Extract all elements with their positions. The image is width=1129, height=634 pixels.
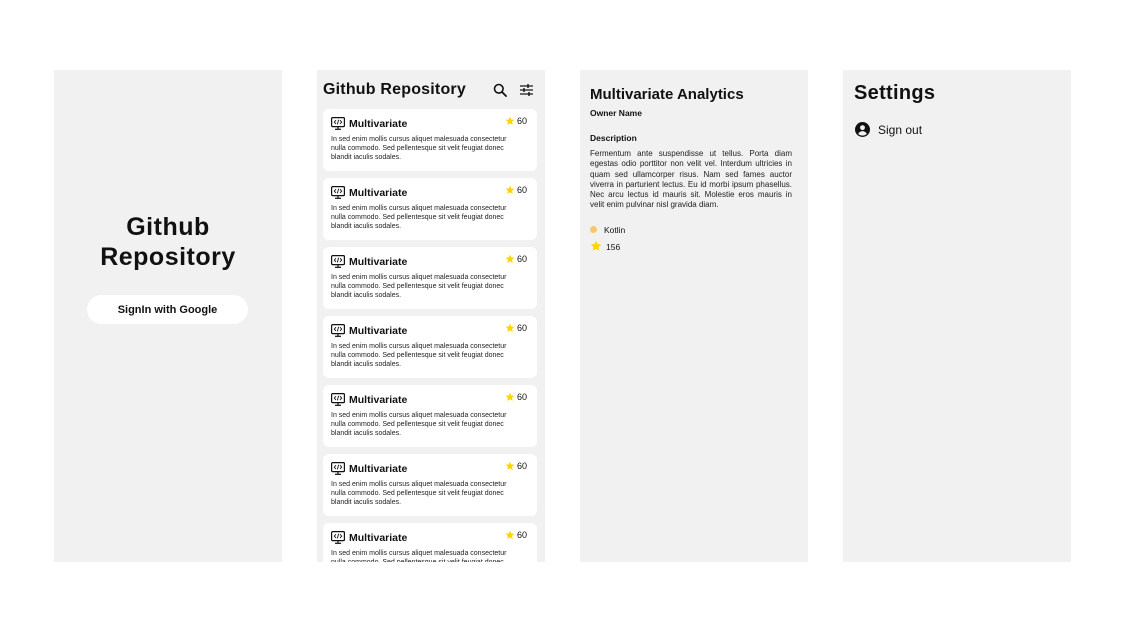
- repo-card[interactable]: Multivariate 60 In sed enim mollis cursus …: [323, 178, 537, 240]
- repo-name: Multivariate: [349, 325, 408, 337]
- language-label: Kotlin: [604, 224, 626, 235]
- card-header: Multivariate: [331, 116, 529, 130]
- page-title: Github Repository: [323, 81, 466, 98]
- language-row: Kotlin: [590, 225, 792, 235]
- app-title: Github Repository: [54, 212, 282, 272]
- repo-stars: 60: [505, 116, 527, 126]
- description-label: Description: [590, 133, 637, 143]
- stars-row: 156: [590, 240, 792, 254]
- star-icon: [505, 185, 515, 195]
- repo-list-screen: Github Repository Multivariate 60 In sed e…: [317, 70, 545, 562]
- stars-count: 60: [516, 323, 527, 333]
- repo-description: In sed enim mollis cursus aliquet malesu…: [331, 550, 507, 562]
- stars-count: 60: [516, 392, 527, 402]
- repo-stars: 60: [505, 254, 527, 264]
- repo-card[interactable]: Multivariate 60 In sed enim mollis cursus …: [323, 247, 537, 309]
- repo-name: Multivariate: [349, 187, 408, 199]
- star-icon: [505, 392, 515, 402]
- stars-count: 60: [516, 116, 527, 126]
- app-title-line2: Repository: [100, 243, 236, 271]
- repo-card[interactable]: Multivariate 60 In sed enim mollis cursus …: [323, 385, 537, 447]
- repo-detail-screen: Multivariate Analytics Owner Name Descri…: [580, 70, 808, 562]
- code-monitor-icon: [331, 323, 345, 337]
- login-screen: Github Repository SignIn with Google: [54, 70, 282, 562]
- sign-out-label: Sign out: [878, 122, 923, 137]
- card-header: Multivariate: [331, 323, 529, 337]
- repo-name: Multivariate: [349, 394, 408, 406]
- stars-count: 60: [516, 185, 527, 195]
- repo-description: In sed enim mollis cursus aliquet malesu…: [331, 343, 507, 368]
- code-monitor-icon: [331, 254, 345, 268]
- card-header: Multivariate: [331, 254, 529, 268]
- card-header: Multivariate: [331, 461, 529, 475]
- card-header: Multivariate: [331, 530, 529, 544]
- settings-title: Settings: [854, 82, 936, 104]
- stars-count: 60: [516, 530, 527, 540]
- code-monitor-icon: [331, 530, 345, 544]
- owner-name: Owner Name: [590, 108, 642, 118]
- repo-name: Multivariate: [349, 532, 408, 544]
- repo-title: Multivariate Analytics: [590, 86, 744, 103]
- repo-card[interactable]: Multivariate 60 In sed enim mollis cursus …: [323, 454, 537, 516]
- repo-name: Multivariate: [349, 118, 408, 130]
- list-header: Github Repository: [323, 80, 537, 100]
- description-text: Fermentum ante suspendisse ut tellus. Po…: [590, 149, 792, 210]
- stars-count: 156: [606, 241, 621, 252]
- repo-stars: 60: [505, 323, 527, 333]
- stars-count: 60: [516, 254, 527, 264]
- star-icon: [505, 116, 515, 126]
- language-dot-icon: [590, 226, 597, 234]
- repo-description: In sed enim mollis cursus aliquet malesu…: [331, 412, 507, 437]
- code-monitor-icon: [331, 185, 345, 199]
- search-icon[interactable]: [489, 80, 511, 100]
- repo-name: Multivariate: [349, 463, 408, 475]
- code-monitor-icon: [331, 116, 345, 130]
- stars-count: 60: [516, 461, 527, 471]
- repo-stars: 60: [505, 185, 527, 195]
- repo-stars: 60: [505, 392, 527, 402]
- star-icon: [505, 254, 515, 264]
- star-icon: [590, 240, 602, 254]
- repo-stars: 60: [505, 461, 527, 471]
- filter-icon[interactable]: [515, 80, 537, 100]
- repo-description: In sed enim mollis cursus aliquet malesu…: [331, 481, 507, 506]
- star-icon: [505, 461, 515, 471]
- repo-card[interactable]: Multivariate 60 In sed enim mollis cursus …: [323, 523, 537, 562]
- repo-name: Multivariate: [349, 256, 408, 268]
- code-monitor-icon: [331, 461, 345, 475]
- repo-card[interactable]: Multivariate 60 In sed enim mollis cursus …: [323, 316, 537, 378]
- code-monitor-icon: [331, 392, 345, 406]
- repo-list: Multivariate 60 In sed enim mollis cursus …: [323, 109, 537, 562]
- star-icon: [505, 530, 515, 540]
- sign-out-button[interactable]: Sign out: [855, 122, 922, 137]
- repo-card[interactable]: Multivariate 60 In sed enim mollis cursus …: [323, 109, 537, 171]
- app-title-line1: Github: [126, 213, 210, 241]
- card-header: Multivariate: [331, 185, 529, 199]
- account-circle-icon: [855, 122, 870, 137]
- card-header: Multivariate: [331, 392, 529, 406]
- settings-screen: Settings Sign out: [843, 70, 1071, 562]
- repo-description: In sed enim mollis cursus aliquet malesu…: [331, 205, 507, 230]
- signin-google-button[interactable]: SignIn with Google: [87, 295, 248, 324]
- repo-description: In sed enim mollis cursus aliquet malesu…: [331, 136, 507, 161]
- star-icon: [505, 323, 515, 333]
- detail-content: Multivariate Analytics Owner Name Descri…: [590, 86, 792, 254]
- repo-stars: 60: [505, 530, 527, 540]
- repo-description: In sed enim mollis cursus aliquet malesu…: [331, 274, 507, 299]
